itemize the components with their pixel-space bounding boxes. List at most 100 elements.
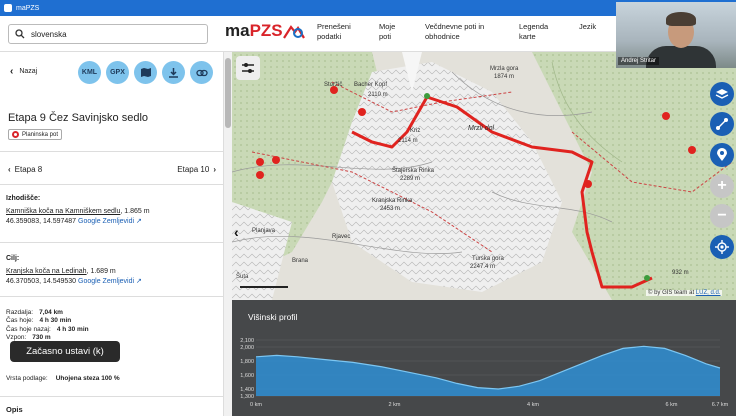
map-label: Rjavec <box>332 234 350 240</box>
stat-key: Razdalja: <box>6 309 34 316</box>
zoom-out-button[interactable]: − <box>710 204 734 228</box>
minus-icon: − <box>717 207 727 224</box>
share-link-button[interactable] <box>190 61 213 84</box>
map-label: Šuta <box>236 273 249 280</box>
start-point-section: Izhodišče: Kamniška koča na Kamniškem se… <box>6 194 150 227</box>
main-nav: Prenešeni podatki Moje poti Večdnevne po… <box>317 22 621 42</box>
x-tick-label: 6.7 km <box>712 402 729 408</box>
end-google-maps-link[interactable]: Google Zemljevidi <box>78 278 134 285</box>
map-label: Kranjska Rinka <box>372 198 413 204</box>
collapse-sidebar-icon[interactable]: ‹ <box>234 224 239 240</box>
end-label: Cilj: <box>6 255 20 262</box>
start-google-maps-link[interactable]: Google Zemljevidi <box>78 218 134 225</box>
end-place-link[interactable]: Kranjska koča na Ledinah <box>6 268 87 275</box>
route-tool-button[interactable] <box>710 112 734 136</box>
stat-value: 4 h 30 min <box>39 317 72 325</box>
stat-value: 4 h 30 min <box>56 325 89 333</box>
stat-time-back: Čas hoje nazaj: 4 h 30 min <box>6 326 89 334</box>
surface-type: Vrsta podlage: Uhojena steza 100 % <box>6 375 120 382</box>
hut-marker-icon[interactable] <box>256 158 264 166</box>
map-icon <box>140 68 151 77</box>
hut-marker-icon[interactable] <box>688 146 696 154</box>
route-type-badge: Planinska pot <box>8 129 63 140</box>
scrollbar-thumb[interactable] <box>225 58 231 128</box>
mapzs-logo[interactable]: ma PZS <box>225 21 305 41</box>
stage-title: Etapa 9 Čez Savinjsko sedlo <box>8 112 149 124</box>
divider <box>0 184 223 185</box>
stat-time: Čas hoje: 4 h 30 min <box>6 317 89 325</box>
hut-marker-icon[interactable] <box>358 108 366 116</box>
nav-language[interactable]: Jezik <box>579 22 599 42</box>
divider <box>0 242 223 243</box>
map-label: Bacher Kopf <box>354 82 387 88</box>
next-stage-link[interactable]: Etapa 10 › <box>177 165 216 174</box>
start-coordinates: 46.359083, 14.597487 <box>6 218 77 225</box>
external-link-icon: ↗ <box>136 278 142 285</box>
download-button[interactable] <box>162 61 185 84</box>
map-label: Štajerska Rinka <box>392 167 435 174</box>
x-tick-label: 4 km <box>527 402 539 408</box>
attribution-link[interactable]: LUZ, d.d. <box>696 290 721 296</box>
map-label: 2247.4 m <box>470 264 495 270</box>
map-canvas: Storžič Bacher Kopf 2110 m Mrzla gora 18… <box>232 52 736 300</box>
map-label: Mrzla gora <box>490 66 519 72</box>
topographic-map[interactable]: Storžič Bacher Kopf 2110 m Mrzla gora 18… <box>232 52 736 300</box>
zoom-in-button[interactable]: + <box>710 174 734 198</box>
map-attribution: © by GIS team at LUZ, d.d. <box>646 290 723 296</box>
location-pin-icon <box>717 148 727 161</box>
layers-button[interactable] <box>710 82 734 106</box>
link-icon <box>195 69 208 76</box>
map-label: 2289 m <box>400 176 420 182</box>
y-tick-label: 1,300 <box>240 394 254 400</box>
window-title: maPZS <box>16 4 40 12</box>
map-label: 932 m <box>672 270 689 276</box>
start-place-link[interactable]: Kamniška koča na Kamniškem sedlu <box>6 208 120 215</box>
gpx-button[interactable]: GPX <box>106 61 129 84</box>
previous-stage-label: Etapa 8 <box>14 165 43 174</box>
kml-button[interactable]: KML <box>78 61 101 84</box>
hut-marker-icon[interactable] <box>330 86 338 94</box>
hut-marker-icon[interactable] <box>272 156 280 164</box>
nav-multiday-routes[interactable]: Večdnevne poti in obhodnice <box>425 22 497 42</box>
x-tick-label: 2 km <box>389 402 401 408</box>
y-tick-label: 2,000 <box>240 345 254 351</box>
next-stage-label: Etapa 10 <box>177 165 210 174</box>
divider <box>0 396 223 397</box>
layers-icon <box>715 89 729 99</box>
hut-marker-icon[interactable] <box>256 171 264 179</box>
map-options-button[interactable] <box>236 56 260 80</box>
logo-ma: ma <box>225 21 250 40</box>
crosshair-icon <box>715 240 729 254</box>
chevron-left-icon: ‹ <box>10 66 14 77</box>
previous-stage-link[interactable]: ‹ Etapa 8 <box>8 165 42 174</box>
x-tick-label: 0 km <box>250 402 262 408</box>
divider <box>0 151 223 152</box>
search-value: slovenska <box>31 29 67 39</box>
download-icon <box>169 68 178 78</box>
back-label: Nazaj <box>19 68 38 75</box>
location-pin-button[interactable] <box>710 143 734 167</box>
search-input[interactable]: slovenska <box>8 24 208 44</box>
logo-pzs: PZS <box>249 21 283 40</box>
stage-navigation: ‹ Etapa 8 Etapa 10 › <box>8 165 216 174</box>
sidebar-scrollbar[interactable] <box>224 52 232 416</box>
chevron-right-icon: › <box>213 165 216 174</box>
map-button[interactable] <box>134 61 157 84</box>
y-tick-label: 2,100 <box>240 338 254 344</box>
x-tick-label: 6 km <box>666 402 678 408</box>
presenter-webcam: Andrej Stritar <box>616 2 736 68</box>
elevation-chart[interactable]: 2,1002,000 1,800 1,600 1,4001,300 0 km 2 km 4… <box>232 300 736 416</box>
external-link-icon: ↗ <box>136 218 142 225</box>
nav-map-legend[interactable]: Legenda karte <box>519 22 557 42</box>
nav-downloaded-data[interactable]: Prenešeni podatki <box>317 22 357 42</box>
back-button[interactable]: ‹ Nazaj <box>10 66 37 77</box>
plus-icon: + <box>717 177 727 194</box>
search-icon <box>15 29 25 39</box>
attribution-text: © by GIS team at <box>648 290 696 296</box>
hut-marker-icon[interactable] <box>662 112 670 120</box>
my-location-button[interactable] <box>710 235 734 259</box>
hut-marker-icon[interactable] <box>584 180 592 188</box>
nav-my-routes[interactable]: Moje poti <box>379 22 403 42</box>
map-label: 2110 m <box>368 92 388 98</box>
stat-value: 7,04 km <box>39 309 63 316</box>
